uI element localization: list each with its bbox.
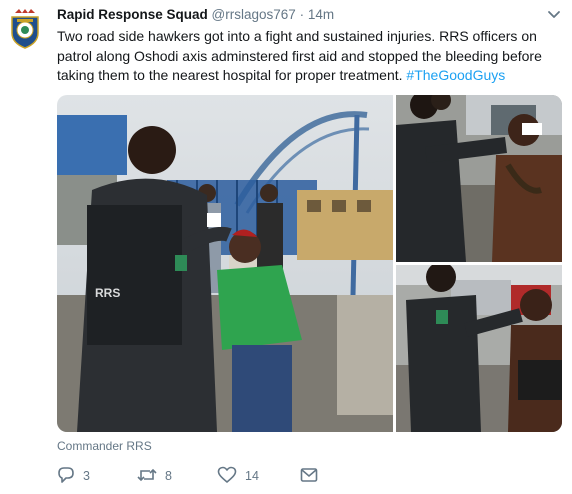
photo-top-right[interactable] [396, 95, 562, 262]
media-grid[interactable]: RRS [57, 95, 562, 432]
photo-bottom-right[interactable] [396, 265, 562, 432]
tweet-text: Two road side hawkers got into a fight a… [57, 27, 562, 86]
svg-text:RRS: RRS [95, 286, 120, 300]
chevron-down-icon[interactable] [547, 8, 561, 20]
separator-dot: · [299, 7, 305, 22]
direct-message-button[interactable] [300, 466, 326, 486]
reply-count: 3 [83, 469, 90, 483]
retweet-button[interactable]: 8 [137, 466, 172, 486]
retweet-icon [137, 466, 165, 487]
retweet-count: 8 [165, 469, 172, 483]
reply-button[interactable]: 3 [57, 466, 90, 486]
tweet-card[interactable]: Rapid Response Squad @rrslagos767 · 14m … [0, 0, 572, 494]
hashtag-link[interactable]: #TheGoodGuys [406, 67, 505, 83]
author-name[interactable]: Rapid Response Squad [57, 7, 208, 22]
photo-main[interactable]: RRS [57, 95, 393, 432]
author-handle[interactable]: @rrslagos767 [212, 7, 296, 22]
like-button[interactable]: 14 [217, 466, 259, 486]
like-count: 14 [245, 469, 259, 483]
tweet-header: Rapid Response Squad @rrslagos767 · 14m [57, 7, 542, 25]
photo-credit[interactable]: Commander RRS [57, 439, 152, 453]
reply-icon [57, 466, 83, 487]
police-badge-icon[interactable] [9, 9, 41, 49]
heart-icon [217, 466, 245, 487]
tweet-timestamp[interactable]: 14m [308, 7, 334, 22]
action-bar: 3 8 14 [57, 466, 357, 486]
envelope-icon [300, 467, 326, 486]
